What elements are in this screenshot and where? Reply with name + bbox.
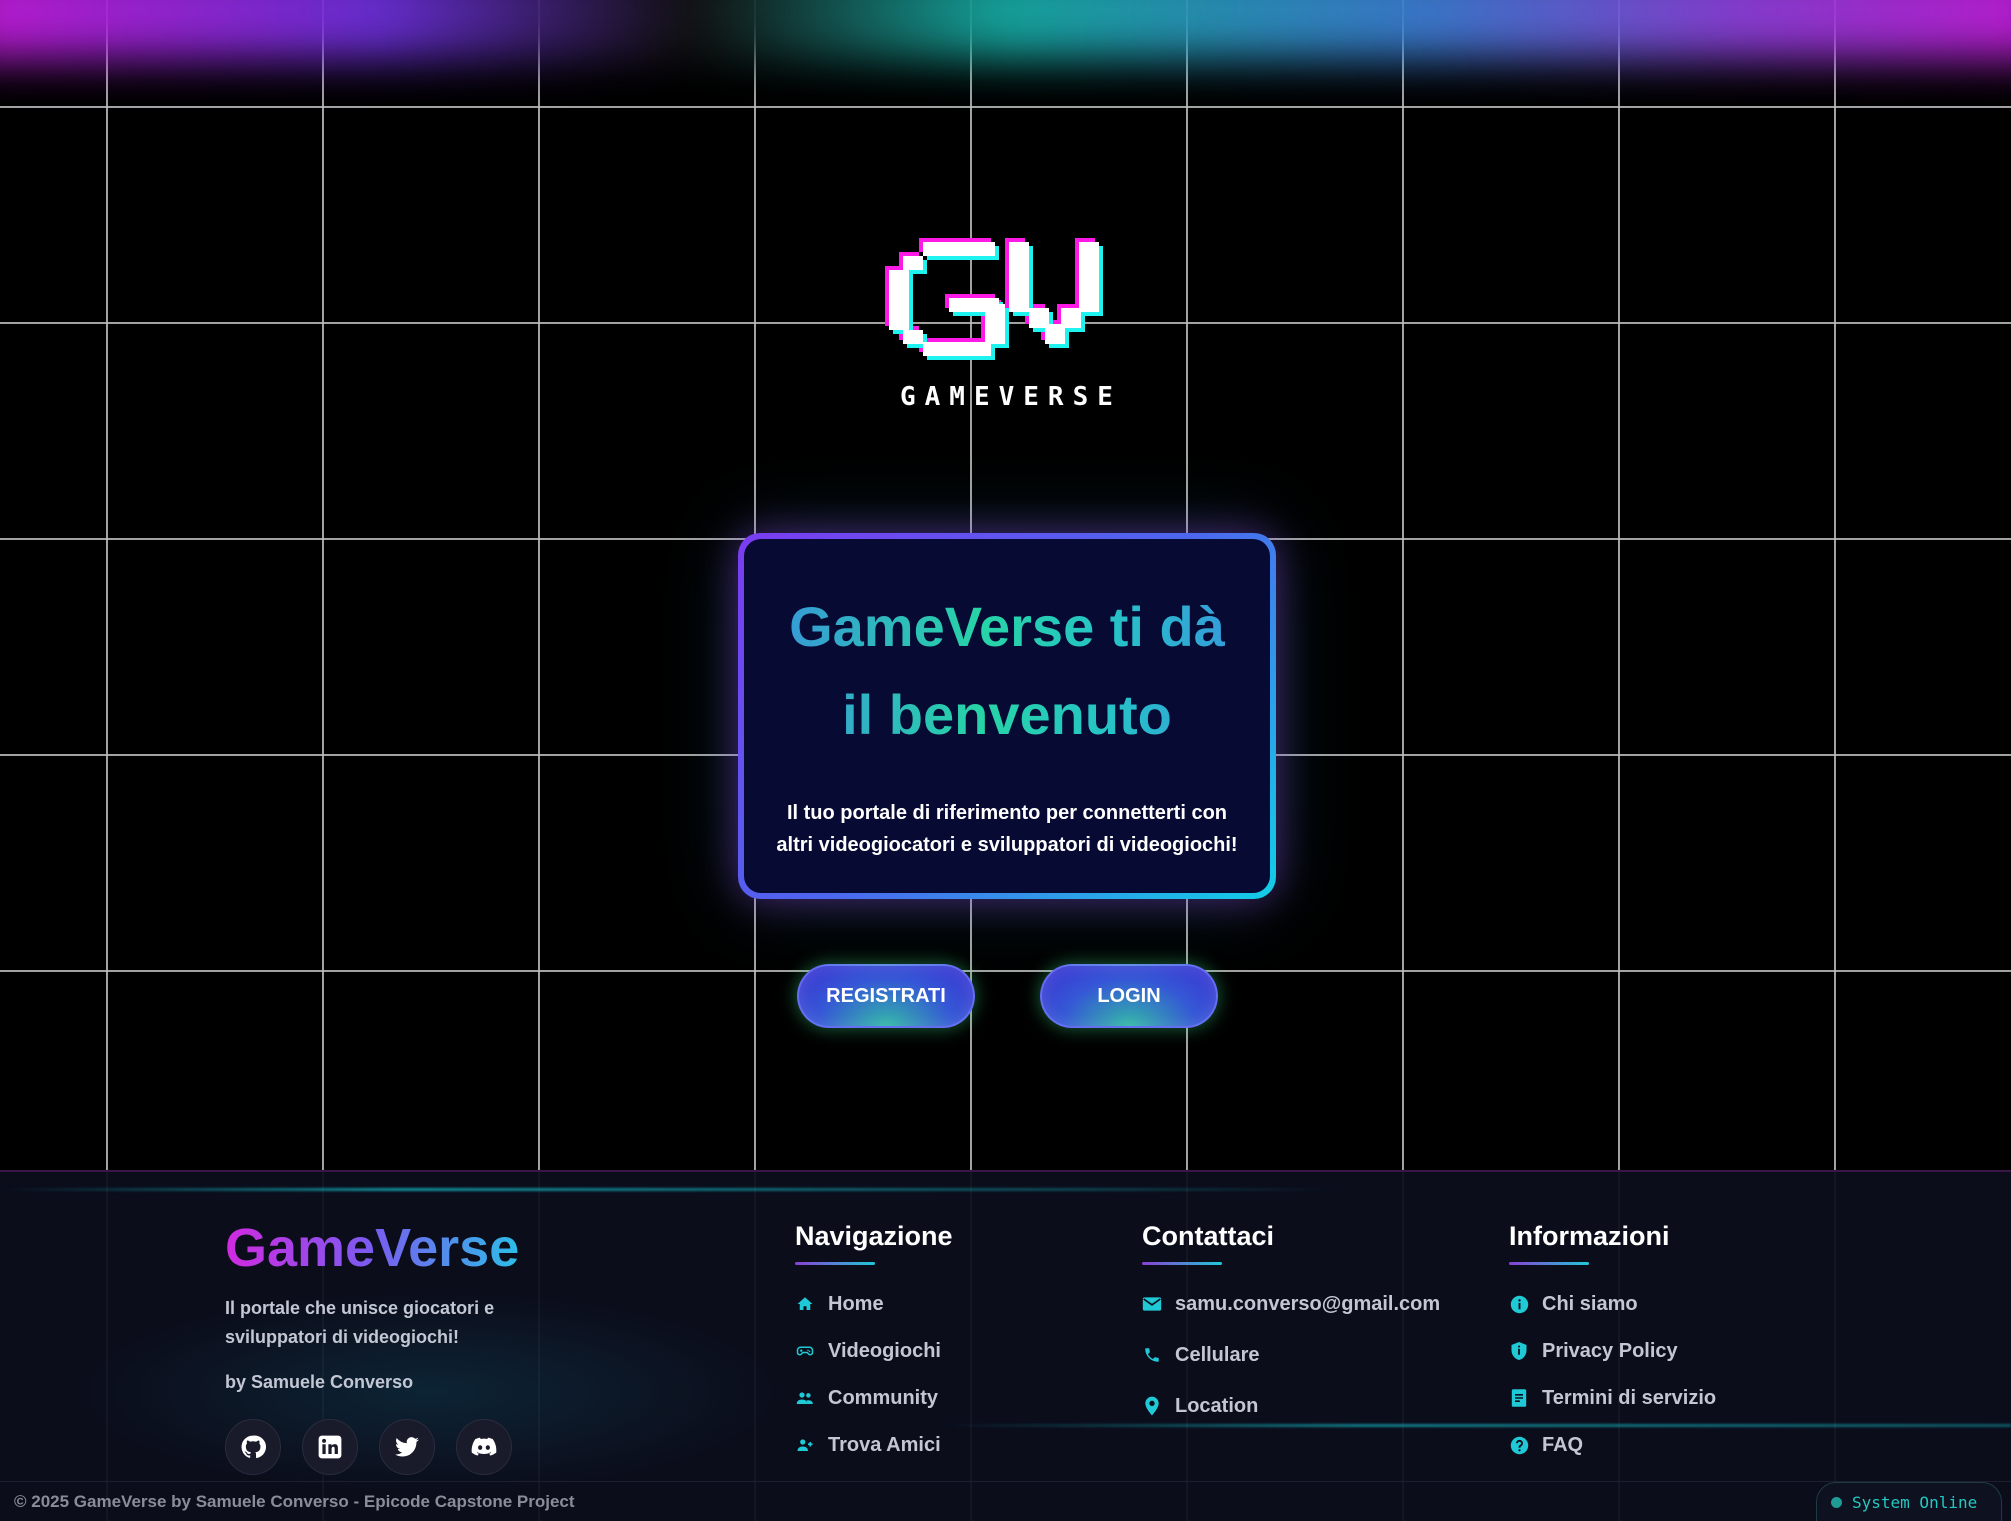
footer-nav-label: Home [828, 1292, 884, 1315]
gv-logo-icon [885, 238, 1103, 360]
discord-icon [471, 1437, 497, 1456]
welcome-subtitle: Il tuo portale di riferimento per connet… [767, 797, 1247, 861]
footer-contact-email[interactable]: samu.converso@gmail.com [1142, 1291, 1440, 1317]
footer-nav-label: Community [828, 1386, 938, 1409]
footer-info-label: Privacy Policy [1542, 1339, 1678, 1362]
shield-icon [1509, 1341, 1529, 1361]
welcome-card-inner: GameVerse ti dà il benvenuto Il tuo port… [744, 539, 1270, 893]
footer-nav-label: Trova Amici [828, 1433, 941, 1456]
footer-info-column: Informazioni Chi siamo Privacy Policy Te… [1509, 1216, 1716, 1479]
discord-link[interactable] [456, 1419, 512, 1475]
logo-wordmark: GAMEVERSE [900, 382, 1122, 412]
footer-contact-column: Contattaci samu.converso@gmail.com Cellu… [1142, 1216, 1440, 1444]
footer-info-label: Chi siamo [1542, 1292, 1638, 1315]
copyright-text: © 2025 GameVerse by Samuele Converso - E… [14, 1492, 575, 1511]
footer-brand-column: GameVerse Il portale che unisce giocator… [225, 1216, 585, 1475]
footer-info-underline [1509, 1262, 1589, 1265]
footer-nav-trova-amici[interactable]: Trova Amici [795, 1432, 953, 1458]
footer-neon-line-bottom [940, 1424, 2011, 1427]
footer-brand-name: GameVerse [225, 1218, 520, 1278]
location-pin-icon [1142, 1396, 1162, 1416]
welcome-title-line1: GameVerse ti dà [789, 595, 1225, 658]
footer-info-termini[interactable]: Termini di servizio [1509, 1385, 1716, 1411]
footer-info-list: Chi siamo Privacy Policy Termini di serv… [1509, 1291, 1716, 1458]
footer-navigation-title: Navigazione [795, 1221, 953, 1251]
footer: GameVerse Il portale che unisce giocator… [0, 1170, 2011, 1521]
linkedin-link[interactable] [302, 1419, 358, 1475]
footer-contact-label: Location [1175, 1394, 1259, 1417]
hero-section: GAMEVERSE GameVerse ti dà il benvenuto I… [0, 0, 2011, 1170]
footer-info-faq[interactable]: FAQ [1509, 1432, 1716, 1458]
users-icon [795, 1388, 815, 1408]
system-status-badge: System Online [1816, 1482, 2002, 1521]
login-button[interactable]: LOGIN [1040, 964, 1218, 1028]
mail-icon [1142, 1294, 1162, 1314]
footer-info-label: FAQ [1542, 1433, 1584, 1456]
register-button[interactable]: REGISTRATI [797, 964, 975, 1028]
info-icon [1509, 1294, 1529, 1314]
footer-info-title: Informazioni [1509, 1221, 1670, 1251]
top-neon-glow [0, 0, 2011, 60]
footer-info-label: Termini di servizio [1542, 1386, 1717, 1409]
footer-nav-videogiochi[interactable]: Videogiochi [795, 1338, 953, 1364]
footer-neon-line-top [0, 1188, 1340, 1191]
footer-contact-title: Contattaci [1142, 1221, 1275, 1251]
welcome-title-line2: il benvenuto [842, 683, 1172, 746]
status-dot-icon [1831, 1496, 1842, 1508]
question-icon [1509, 1435, 1529, 1455]
footer-info-privacy-policy[interactable]: Privacy Policy [1509, 1338, 1716, 1364]
gamepad-icon [795, 1341, 815, 1361]
welcome-subtitle-line2: altri videogiocatori e sviluppatori di v… [776, 834, 1238, 856]
phone-icon [1142, 1345, 1162, 1365]
footer-nav-home[interactable]: Home [795, 1291, 953, 1317]
footer-navigation-list: Home Videogiochi Community Trova Amici [795, 1291, 953, 1458]
footer-bottom-divider [0, 1481, 2011, 1482]
add-user-icon [795, 1435, 815, 1455]
github-icon [241, 1435, 266, 1459]
footer-contact-list: samu.converso@gmail.com Cellulare Locati… [1142, 1291, 1440, 1419]
gameverse-logo[interactable]: GAMEVERSE [885, 234, 1131, 412]
welcome-title: GameVerse ti dà il benvenuto [744, 583, 1270, 759]
footer-contact-label: samu.converso@gmail.com [1175, 1292, 1441, 1315]
system-status-label: System Online [1852, 1492, 1978, 1512]
twitter-icon [395, 1437, 419, 1457]
footer-contact-underline [1142, 1262, 1222, 1265]
twitter-link[interactable] [379, 1419, 435, 1475]
footer-nav-label: Videogiochi [828, 1339, 941, 1362]
github-link[interactable] [225, 1419, 281, 1475]
footer-contact-phone[interactable]: Cellulare [1142, 1342, 1440, 1368]
footer-contact-label: Cellulare [1175, 1343, 1260, 1366]
footer-info-chi-siamo[interactable]: Chi siamo [1509, 1291, 1716, 1317]
footer-navigation-underline [795, 1262, 875, 1265]
footer-author: by Samuele Converso [225, 1372, 414, 1392]
social-links [225, 1419, 585, 1475]
welcome-subtitle-line1: Il tuo portale di riferimento per connet… [786, 802, 1228, 824]
footer-brand-description: Il portale che unisce giocatori e svilup… [225, 1298, 495, 1347]
home-icon [795, 1294, 815, 1314]
footer-navigation-column: Navigazione Home Videogiochi Community T… [795, 1216, 953, 1479]
page: GAMEVERSE GameVerse ti dà il benvenuto I… [0, 0, 2011, 1521]
document-icon [1509, 1388, 1529, 1408]
footer-nav-community[interactable]: Community [795, 1385, 953, 1411]
linkedin-icon [318, 1435, 342, 1459]
footer-contact-location[interactable]: Location [1142, 1393, 1440, 1419]
welcome-card: GameVerse ti dà il benvenuto Il tuo port… [738, 533, 1276, 899]
